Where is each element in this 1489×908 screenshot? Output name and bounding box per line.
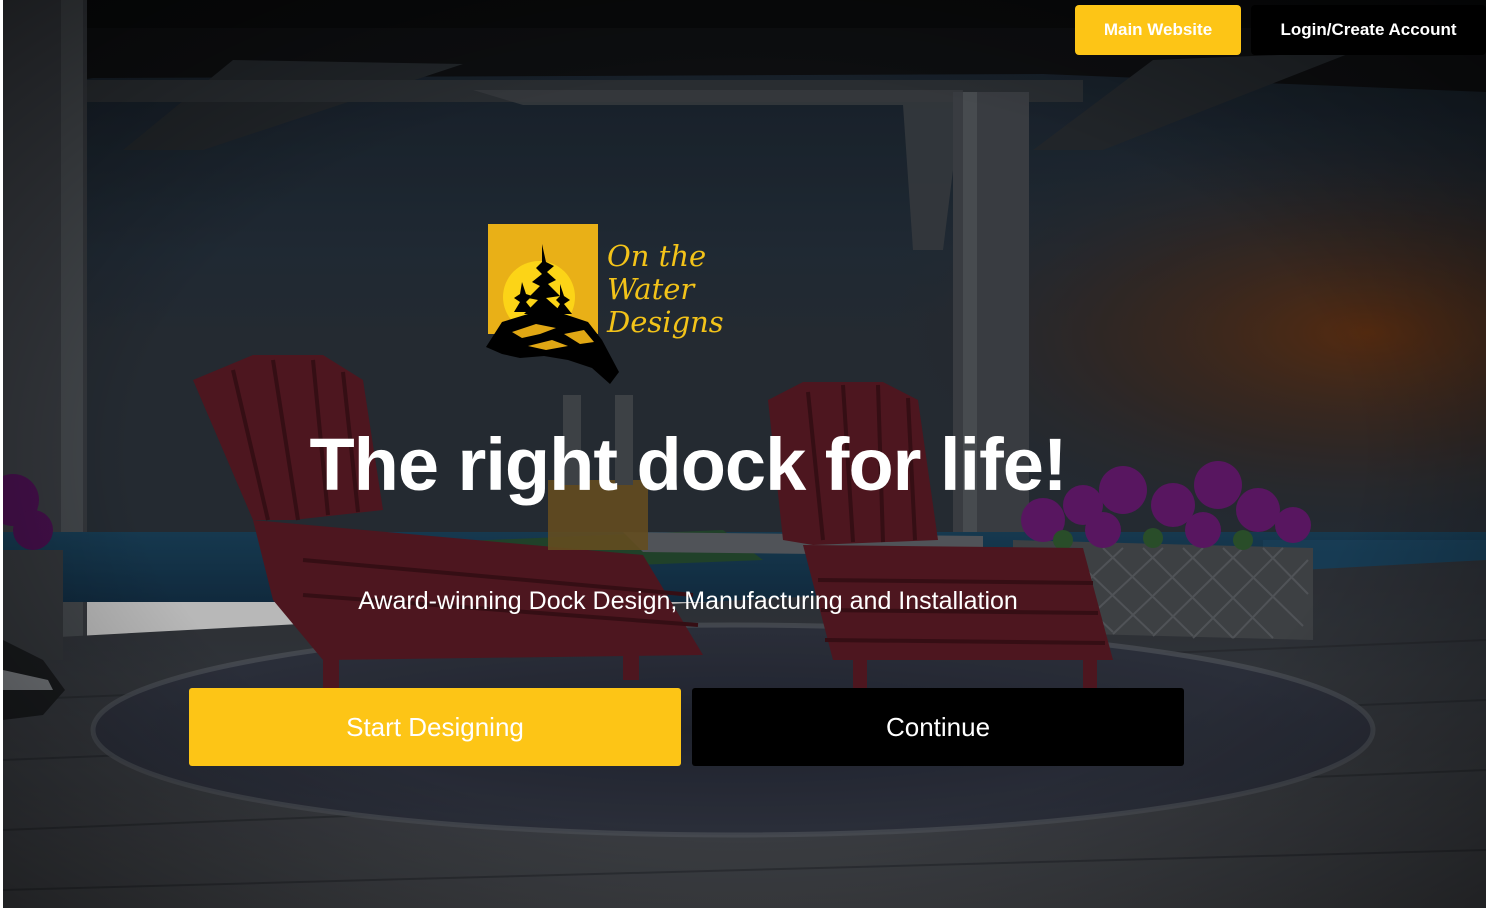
main-website-button[interactable]: Main Website <box>1075 5 1241 55</box>
logo-line-3: Designs <box>607 305 724 339</box>
continue-button[interactable]: Continue <box>692 688 1184 766</box>
company-logo: On the Water Designs <box>484 222 724 388</box>
start-designing-button[interactable]: Start Designing <box>189 688 681 766</box>
hero-headline: The right dock for life! <box>309 423 1067 506</box>
hero-viewport: Main Website Login/Create Account On the… <box>3 0 1486 908</box>
hero-subheadline: Award-winning Dock Design, Manufacturing… <box>358 587 1018 615</box>
logo-wordmark: On the Water Designs <box>607 240 724 339</box>
logo-line-1: On the <box>607 239 707 273</box>
login-create-account-button[interactable]: Login/Create Account <box>1251 5 1486 55</box>
logo-line-2: Water <box>607 272 695 306</box>
sun-pine-island-icon <box>486 224 619 384</box>
